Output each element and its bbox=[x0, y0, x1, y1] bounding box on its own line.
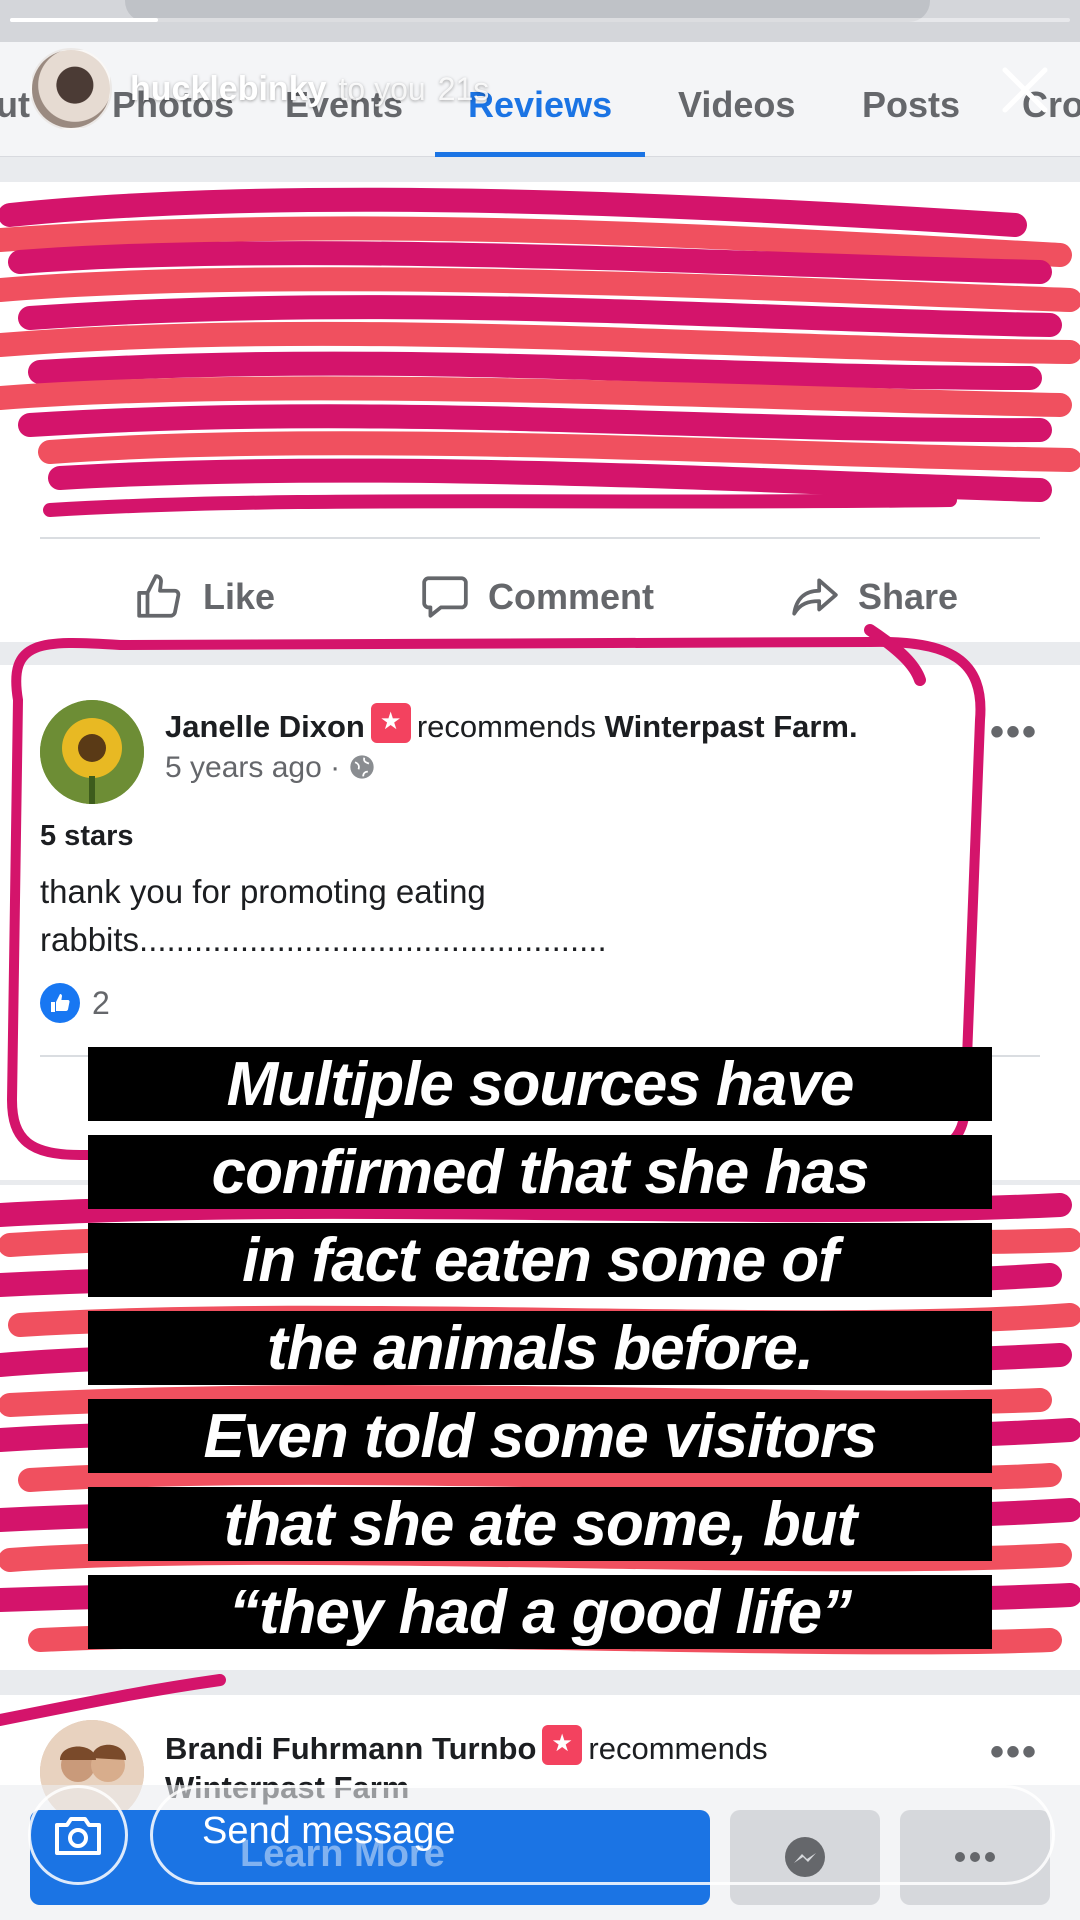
tab-reviews[interactable]: Reviews bbox=[468, 84, 612, 126]
tab-about[interactable]: ut bbox=[0, 84, 30, 126]
tab-posts[interactable]: Posts bbox=[862, 84, 960, 126]
share-label: Share bbox=[858, 576, 959, 617]
like-count: 2 bbox=[92, 984, 110, 1021]
caption-line: Even told some visitors bbox=[88, 1399, 992, 1473]
caption-line: “they had a good life” bbox=[88, 1575, 992, 1649]
more-options-button[interactable]: ••• bbox=[990, 1730, 1038, 1775]
caption-line: the animals before. bbox=[88, 1311, 992, 1385]
like-button[interactable]: Like bbox=[135, 572, 275, 622]
story-progress-fill bbox=[10, 18, 159, 22]
story-recipient: to you bbox=[338, 70, 426, 107]
more-options-button[interactable]: ••• bbox=[990, 710, 1038, 755]
comment-button[interactable]: Comment bbox=[420, 572, 654, 622]
reaction-summary[interactable]: 2 bbox=[40, 983, 110, 1023]
story-caption: Multiple sources have confirmed that she… bbox=[88, 1047, 992, 1663]
reviewer-name[interactable]: Janelle Dixon bbox=[165, 709, 365, 744]
active-tab-indicator bbox=[435, 152, 645, 157]
tab-videos[interactable]: Videos bbox=[678, 84, 795, 126]
caption-line: confirmed that she has bbox=[88, 1135, 992, 1209]
share-icon bbox=[792, 578, 838, 616]
story-time: 21s bbox=[437, 70, 490, 107]
separator-dot: · bbox=[330, 751, 349, 784]
globe-icon bbox=[350, 755, 375, 779]
recommends-verb: recommends bbox=[588, 1731, 768, 1766]
review-header: Brandi Fuhrmann Turnbo recommends bbox=[165, 1725, 768, 1767]
thumbs-up-icon bbox=[137, 574, 181, 618]
camera-icon bbox=[55, 1817, 101, 1855]
story-username[interactable]: hucklebinky bbox=[130, 70, 327, 109]
story-header: hucklebinky to you 21s bbox=[30, 48, 489, 130]
caption-line: that she ate some, but bbox=[88, 1487, 992, 1561]
more-options-button[interactable]: ••• bbox=[990, 1225, 1038, 1270]
caption-line: Multiple sources have bbox=[88, 1047, 992, 1121]
story-screen: ut Photos Events Reviews Videos Posts Cr… bbox=[0, 0, 1080, 1920]
comment-label: Comment bbox=[488, 576, 655, 617]
avatar[interactable] bbox=[30, 48, 112, 130]
send-message-placeholder: Send message bbox=[202, 1810, 456, 1852]
review-time[interactable]: 5 years ago bbox=[165, 751, 322, 784]
like-label: Like bbox=[203, 576, 276, 617]
like-reaction-icon bbox=[40, 983, 80, 1023]
review-header: Janelle Dixon recommends Winterpast Farm. bbox=[165, 703, 858, 745]
camera-button[interactable] bbox=[28, 1785, 128, 1885]
recommends-verb: recommends bbox=[416, 709, 597, 744]
recommend-icon bbox=[542, 1725, 583, 1765]
avatar[interactable] bbox=[40, 700, 144, 804]
sunflower-icon bbox=[40, 700, 144, 804]
reviewer-name[interactable]: Brandi Fuhrmann Turnbo bbox=[165, 1731, 536, 1766]
story-progress-bar bbox=[10, 18, 1070, 22]
review-time-row: 5 years ago · bbox=[165, 751, 376, 785]
share-button[interactable]: Share bbox=[790, 572, 958, 622]
caption-line: in fact eaten some of bbox=[88, 1223, 992, 1297]
review-body: thank you for promoting eating rabbits..… bbox=[40, 873, 607, 958]
page-name[interactable]: Winterpast Farm. bbox=[605, 709, 858, 744]
rating-text: 5 stars bbox=[40, 820, 134, 852]
recommend-icon bbox=[370, 703, 411, 743]
divider bbox=[40, 537, 1040, 539]
comment-icon bbox=[422, 576, 468, 618]
close-icon[interactable] bbox=[995, 60, 1055, 120]
review-card-hidden: Like Comment Share bbox=[0, 182, 1080, 642]
